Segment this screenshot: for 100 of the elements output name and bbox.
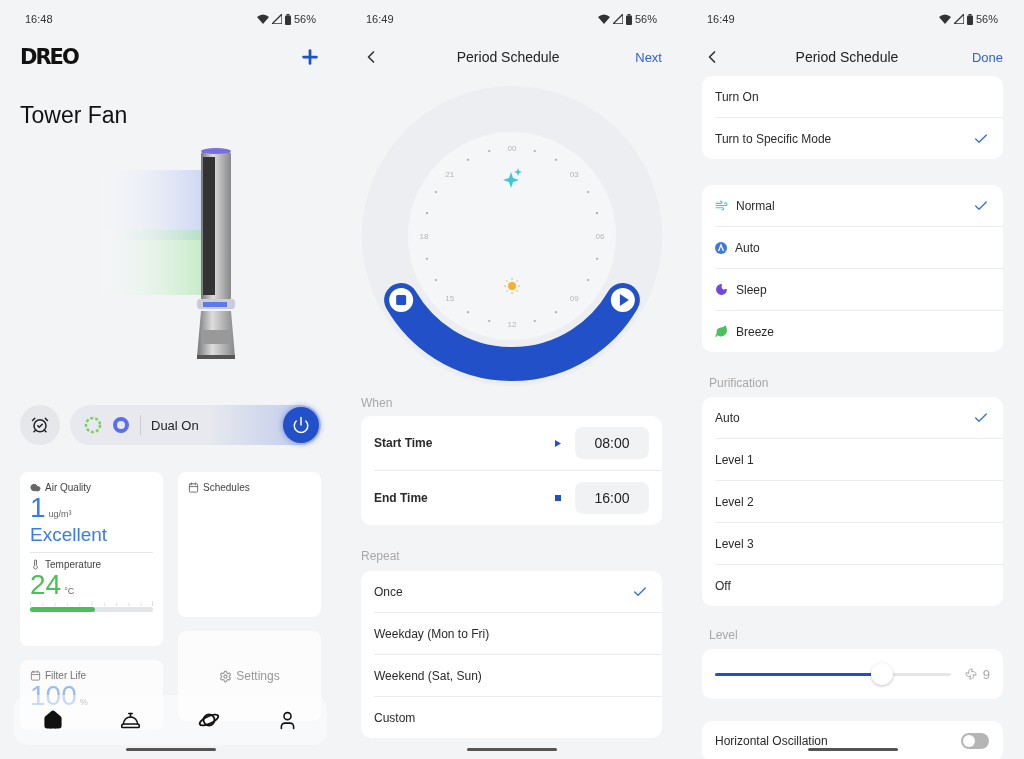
battery-percent: 56% [975, 13, 998, 25]
status-time: 16:49 [707, 13, 735, 25]
hour-dot [425, 257, 428, 260]
mode-option[interactable]: Auto [715, 226, 1003, 268]
option-label: Level 1 [715, 452, 754, 467]
calendar-icon [188, 482, 199, 493]
hour-dot [533, 319, 536, 323]
home-icon [42, 710, 63, 730]
air-quality-rating: Excellent [30, 523, 109, 546]
thermometer-icon [30, 558, 41, 570]
hour-dot [554, 158, 557, 161]
mode-option[interactable]: Breeze [715, 310, 1003, 352]
level-slider[interactable] [715, 662, 951, 686]
page-title: Period Schedule [795, 49, 899, 65]
fan-icon [964, 668, 977, 680]
battery-icon [966, 13, 973, 25]
unit-label: °C [64, 585, 75, 596]
hour-dot [595, 257, 598, 260]
option-label: Turn On [715, 89, 759, 104]
hour-dot [586, 190, 589, 194]
option-label: Level 3 [715, 536, 754, 551]
hour-dot [595, 212, 598, 215]
purification-option[interactable]: Off [715, 564, 1003, 606]
card-title: Temperature [45, 558, 102, 570]
section-heading: Level [708, 628, 739, 642]
hour-label: 06 [595, 232, 604, 241]
hour-dot [425, 212, 428, 215]
option-label: Weekday (Mon to Fri) [374, 626, 490, 641]
hour-dot [434, 278, 437, 282]
oscillation-toggle[interactable] [961, 733, 989, 749]
unit-label: % [79, 697, 88, 707]
purification-option[interactable]: Auto [715, 397, 1003, 438]
option-label: Off [715, 578, 731, 593]
battery-icon [284, 13, 291, 25]
sun-icon [503, 277, 520, 295]
slider-thumb[interactable] [871, 663, 894, 685]
option-label: Level 2 [715, 494, 754, 509]
repeat-option[interactable]: Custom [374, 696, 662, 738]
auto-mode-icon [715, 241, 727, 254]
stop-marker-icon [555, 495, 561, 501]
hour-dot [586, 278, 589, 282]
purification-option[interactable]: Level 1 [715, 438, 1003, 480]
moon-icon [715, 283, 728, 296]
purify-mode-icon [112, 416, 130, 434]
option-label: Custom [374, 710, 416, 725]
repeat-option[interactable]: Weekend (Sat, Sun) [374, 654, 662, 696]
power-button[interactable] [283, 407, 319, 443]
hour-dot [487, 319, 490, 323]
purification-option[interactable]: Level 3 [715, 522, 1003, 564]
option-label: Auto [715, 410, 740, 425]
card-title: Air Quality [45, 482, 92, 493]
mode-option[interactable]: Sleep [715, 268, 1003, 310]
hour-dot [466, 158, 469, 161]
level-reading: 9 [982, 666, 990, 682]
repeat-option[interactable]: Once [374, 571, 662, 612]
time-field[interactable]: 08:00 [575, 427, 649, 459]
power-icon [292, 416, 310, 434]
wifi-icon [938, 14, 951, 24]
add-button[interactable] [299, 46, 321, 68]
purification-option[interactable]: Level 2 [715, 480, 1003, 522]
option-label: Horizontal Oscillation [715, 734, 828, 748]
sparkle-icon [502, 168, 522, 188]
option-label: Breeze [736, 324, 775, 339]
repeat-option[interactable]: Weekday (Mon to Fri) [374, 612, 662, 654]
section-heading: When [361, 396, 394, 410]
schedules-card[interactable]: Schedules [178, 472, 321, 617]
wind-icon [715, 199, 728, 212]
status-time: 16:48 [25, 13, 53, 25]
mode-bar[interactable]: Dual On [70, 405, 321, 445]
card-title: Filter Life [45, 670, 87, 681]
action-option[interactable]: Turn to Specific Mode [715, 117, 1003, 159]
hour-label: 15 [444, 294, 454, 304]
action-option[interactable]: Turn On [715, 76, 1003, 117]
mode-option[interactable]: Normal [715, 185, 1003, 226]
time-label: End Time [374, 491, 428, 505]
time-field[interactable]: 16:00 [575, 482, 649, 514]
signal-icon [271, 14, 282, 24]
done-button[interactable]: Done [971, 49, 1003, 65]
option-label: Weekend (Sat, Sun) [374, 668, 482, 683]
fan-mode-icon [84, 416, 102, 434]
cloud-icon [30, 482, 41, 493]
section-heading: Purification [708, 376, 770, 390]
battery-percent: 56% [634, 13, 657, 25]
option-label: Turn to Specific Mode [715, 131, 832, 146]
next-button[interactable]: Next [635, 49, 662, 65]
timer-button[interactable] [20, 405, 60, 445]
hour-dot [554, 311, 557, 314]
battery-percent: 56% [293, 13, 316, 25]
filter-life-value: 100 [30, 681, 77, 712]
air-quality-value: 1 [30, 493, 46, 524]
unit-label: ug/m³ [48, 509, 72, 519]
signal-icon [953, 14, 964, 24]
option-label: Normal [736, 198, 775, 213]
air-quality-card[interactable]: Air Quality 1 ug/m³ Excellent Temperature 24°C [20, 472, 163, 646]
page-title: Period Schedule [456, 49, 560, 65]
device-title: Tower Fan [20, 102, 129, 129]
option-label: Once [374, 584, 403, 599]
card-title: Schedules [203, 482, 250, 493]
battery-icon [625, 13, 632, 25]
filter-life-card[interactable]: Filter Life 100% [20, 660, 163, 730]
